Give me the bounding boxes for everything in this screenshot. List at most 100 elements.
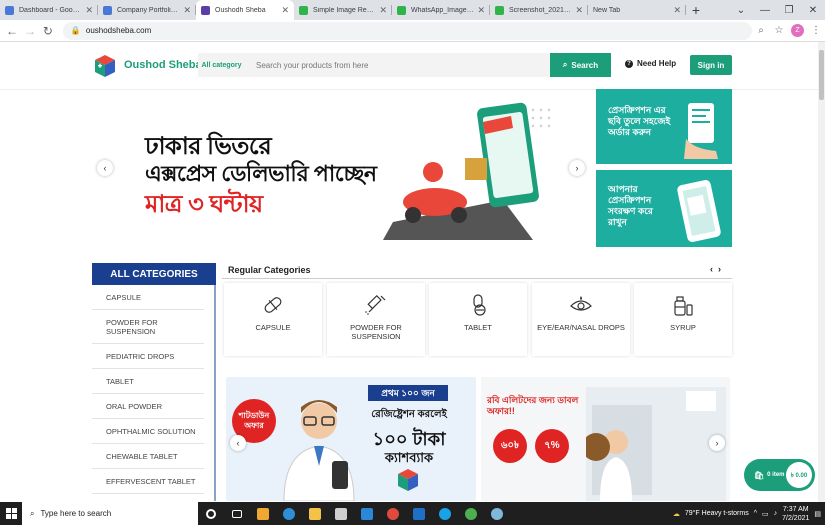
favicon-icon xyxy=(201,5,210,15)
mail-icon[interactable] xyxy=(250,502,276,525)
sidebar-item-chewable-tablet[interactable]: CHEWABLE TABLET xyxy=(92,444,204,469)
back-icon[interactable]: ← xyxy=(3,24,21,38)
brand-logo-icon[interactable] xyxy=(95,55,115,77)
prescription-upload-banner[interactable]: প্রেসক্রিপশন এর ছবি তুলে সহজেই অর্ডার কর… xyxy=(596,89,732,164)
browser-tab[interactable]: Dashboard - GoodFirms✕ xyxy=(0,0,98,20)
delivery-illustration xyxy=(383,102,551,240)
notification-icon[interactable]: ▤ xyxy=(814,510,821,518)
browser-tab[interactable]: WhatsApp_Image_2021✕ xyxy=(392,0,490,20)
category-list: CAPSULE POWDER FOR SUSPENSION PEDIATRIC … xyxy=(92,285,216,501)
zoom-icon[interactable]: ⌕ xyxy=(752,25,770,36)
browser-tab[interactable]: Company Portfolios - G✕ xyxy=(98,0,196,20)
prev-icon[interactable]: ‹ xyxy=(710,264,718,274)
app-icon[interactable] xyxy=(484,502,510,525)
hero-line-3: মাত্র ৩ ঘন্টায় xyxy=(145,191,263,218)
cart-widget[interactable]: 🛍 0 item ৳ 0.00 xyxy=(744,459,815,491)
bookmark-star-icon[interactable]: ☆ xyxy=(770,25,788,36)
category-card-tablet[interactable]: TABLET xyxy=(429,283,527,356)
close-icon[interactable]: ✕ xyxy=(575,5,583,16)
maximize-icon[interactable]: ❐ xyxy=(777,0,801,20)
search-input[interactable] xyxy=(245,53,550,77)
sidebar-item-capsule[interactable]: CAPSULE xyxy=(92,285,204,310)
browser-tab-active[interactable]: Oushodh Sheba ✕ xyxy=(196,0,294,20)
profile-avatar[interactable]: Z xyxy=(791,24,804,37)
forward-icon[interactable]: → xyxy=(21,24,39,38)
category-card-drops[interactable]: EYE/EAR/NASAL DROPS xyxy=(532,283,630,356)
browser-tab[interactable]: New Tab ✕ xyxy=(588,0,686,20)
sidebar-item-effervescent-tablet[interactable]: EFFERVESCENT TABLET xyxy=(92,469,204,494)
syringe-icon xyxy=(365,294,386,315)
category-card-syrup[interactable]: SYRUP xyxy=(634,283,732,356)
page-scrollbar[interactable] xyxy=(818,42,825,502)
tablet-icon xyxy=(473,294,486,316)
sidebar-item-pediatric-drops[interactable]: PEDIATRIC DROPS xyxy=(92,344,204,369)
sidebar-item-ophthalmic-solution[interactable]: OPHTHALMIC SOLUTION xyxy=(92,419,204,444)
cashback-promo-banner[interactable]: শাটডাউন অফার প্রথম ১০০ জন রেজিষ্ট্রেশন ক… xyxy=(226,377,476,501)
pharmacist-illustration xyxy=(586,387,726,501)
task-view-icon[interactable] xyxy=(224,502,250,525)
search-button[interactable]: ⌕ Search xyxy=(550,53,611,77)
all-categories-header: ALL CATEGORIES xyxy=(92,263,216,285)
store-icon[interactable] xyxy=(328,502,354,525)
category-card-label: POWDER FOR SUSPENSION xyxy=(350,323,402,341)
new-tab-button[interactable]: + xyxy=(686,0,706,20)
sidebar-item-tablet[interactable]: TABLET xyxy=(92,369,204,394)
close-icon[interactable]: ✕ xyxy=(379,5,387,16)
weather-icon: ☁ xyxy=(672,510,680,518)
category-card-capsule[interactable]: CAPSULE xyxy=(224,283,322,356)
url-field[interactable]: 🔒 oushodsheba.com xyxy=(62,21,752,40)
clock[interactable]: 7:37 AM 7/2/2021 xyxy=(782,505,809,523)
tab-search-icon[interactable]: ⌄ xyxy=(729,0,753,20)
scroll-thumb[interactable] xyxy=(819,50,824,100)
close-icon[interactable]: ✕ xyxy=(673,5,681,16)
chrome-profile-icon[interactable] xyxy=(458,502,484,525)
regular-categories-nav: ‹› xyxy=(710,264,726,274)
windows-taskbar: ⌕ Type here to search ☁ 79°F Heavy t-sto… xyxy=(0,502,825,525)
close-icon[interactable]: ✕ xyxy=(477,5,485,16)
reload-icon[interactable]: ↻ xyxy=(39,24,57,38)
windows-start-icon[interactable] xyxy=(0,502,22,525)
category-card-powder[interactable]: POWDER FOR SUSPENSION xyxy=(327,283,425,356)
sidebar-item-powder-for-suspension[interactable]: POWDER FOR SUSPENSION xyxy=(92,310,204,344)
cart-price: ৳ 0.00 xyxy=(786,462,812,488)
network-icon[interactable]: ▭ xyxy=(762,510,769,518)
category-card-label: TABLET xyxy=(464,323,492,332)
hero-next-arrow-icon[interactable]: › xyxy=(569,160,585,176)
favicon-icon xyxy=(495,5,504,15)
category-select[interactable]: All category xyxy=(198,53,245,77)
need-help-link[interactable]: ? Need Help xyxy=(625,59,676,68)
chrome-icon[interactable] xyxy=(380,502,406,525)
volume-icon[interactable]: ♪ xyxy=(774,510,778,517)
weather-text[interactable]: 79°F Heavy t-storms xyxy=(685,510,749,517)
promo-prev-arrow-icon[interactable]: ‹ xyxy=(230,435,246,451)
minimize-icon[interactable]: — xyxy=(753,0,777,20)
regular-categories-title: Regular Categories xyxy=(228,265,311,275)
promo-next-arrow-icon[interactable]: › xyxy=(709,435,725,451)
close-icon[interactable]: ✕ xyxy=(183,5,191,16)
browser-tab[interactable]: Screenshot_2021-06-20✕ xyxy=(490,0,588,20)
prescription-save-banner[interactable]: আপনার প্রেসক্রিপশন সংরক্ষণ করে রাখুন xyxy=(596,170,732,247)
cortana-icon[interactable] xyxy=(198,502,224,525)
brand-name[interactable]: Oushod Sheba xyxy=(124,59,202,71)
skype-icon[interactable] xyxy=(432,502,458,525)
tray-chevron-icon[interactable]: ^ xyxy=(754,510,757,517)
divider xyxy=(222,278,732,279)
category-card-label: CAPSULE xyxy=(255,323,291,332)
outlook-icon[interactable] xyxy=(406,502,432,525)
next-icon[interactable]: › xyxy=(718,264,726,274)
browser-tab[interactable]: Simple Image Resizer ✕ xyxy=(294,0,392,20)
hero-prev-arrow-icon[interactable]: ‹ xyxy=(97,160,113,176)
file-explorer-icon[interactable] xyxy=(302,502,328,525)
photos-icon[interactable] xyxy=(354,502,380,525)
taskbar-search-input[interactable]: ⌕ Type here to search xyxy=(22,502,198,525)
favicon-icon xyxy=(103,5,112,15)
sign-in-button[interactable]: Sign in xyxy=(690,55,732,75)
hero-slider[interactable]: ঢাকার ভিতরে এক্সপ্রেস ডেলিভারি পাচ্ছেন ম… xyxy=(93,90,590,250)
close-window-icon[interactable]: ✕ xyxy=(801,0,825,20)
edge-icon[interactable] xyxy=(276,502,302,525)
sidebar-item-oral-powder[interactable]: ORAL POWDER xyxy=(92,394,204,419)
menu-dots-icon[interactable]: ⋮ xyxy=(807,25,825,36)
close-icon[interactable]: ✕ xyxy=(281,5,289,16)
close-icon[interactable]: ✕ xyxy=(85,5,93,16)
robi-elite-promo-banner[interactable]: রবি এলিটদের জন্য ডাবল অফার!! ৬০৳ ৭% › xyxy=(481,377,730,501)
